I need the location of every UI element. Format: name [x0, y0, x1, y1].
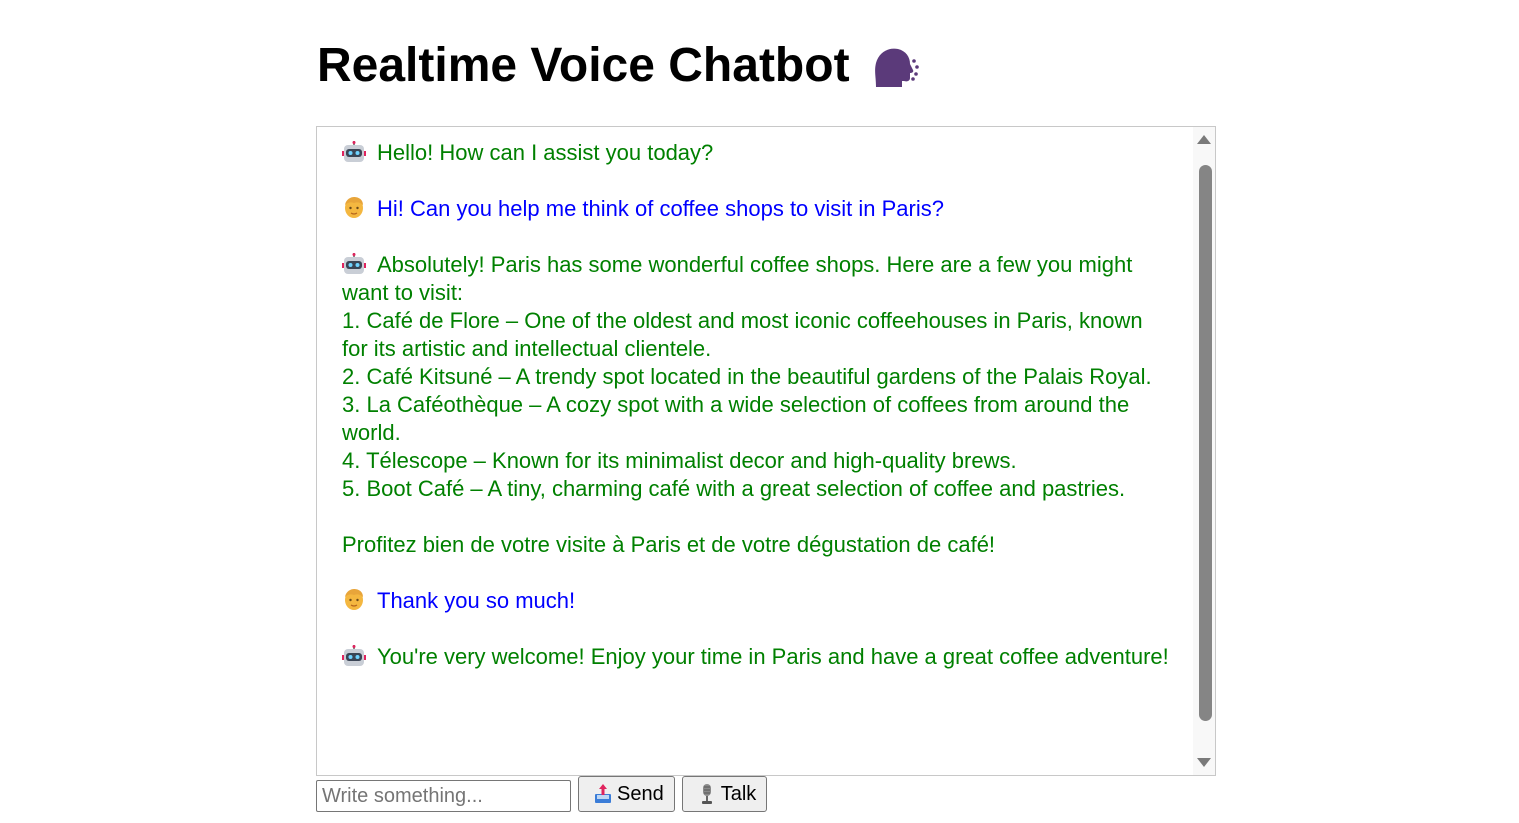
microphone-icon	[697, 783, 717, 805]
scroll-down-arrow-icon[interactable]	[1197, 758, 1211, 767]
scrollbar-thumb[interactable]	[1199, 165, 1212, 721]
message-text: Absolutely! Paris has some wonderful cof…	[342, 252, 1152, 557]
talk-button[interactable]: Talk	[681, 776, 768, 812]
person-icon	[342, 589, 366, 611]
robot-icon	[342, 141, 366, 163]
talk-button-label: Talk	[720, 782, 757, 805]
robot-icon	[342, 645, 366, 667]
chat-scrollbar[interactable]	[1193, 127, 1215, 775]
user-message: Thank you so much!	[342, 587, 1172, 615]
page-title-text: Realtime Voice Chatbot	[317, 39, 850, 92]
bot-message: Absolutely! Paris has some wonderful cof…	[342, 251, 1172, 559]
send-button-label: Send	[617, 782, 664, 805]
message-text: Thank you so much!	[377, 588, 576, 613]
speaking-head-icon	[870, 43, 920, 93]
chat-log[interactable]: Hello! How can I assist you today? Hi! Ca…	[316, 126, 1216, 776]
send-button[interactable]: Send	[578, 776, 675, 812]
bot-message: You're very welcome! Enjoy your time in …	[342, 643, 1172, 671]
composer: Send Talk	[316, 776, 768, 812]
message-list: Hello! How can I assist you today? Hi! Ca…	[342, 139, 1172, 699]
bot-message: Hello! How can I assist you today?	[342, 139, 1172, 167]
person-icon	[342, 197, 366, 219]
user-message: Hi! Can you help me think of coffee shop…	[342, 195, 1172, 223]
message-text: Hello! How can I assist you today?	[377, 140, 714, 165]
message-text: You're very welcome! Enjoy your time in …	[377, 644, 1169, 669]
page-title: Realtime Voice Chatbot	[317, 38, 920, 94]
robot-icon	[342, 253, 366, 275]
outbox-tray-icon	[593, 783, 613, 805]
message-text: Hi! Can you help me think of coffee shop…	[377, 196, 944, 221]
scroll-up-arrow-icon[interactable]	[1197, 135, 1211, 144]
message-input[interactable]	[316, 780, 571, 812]
